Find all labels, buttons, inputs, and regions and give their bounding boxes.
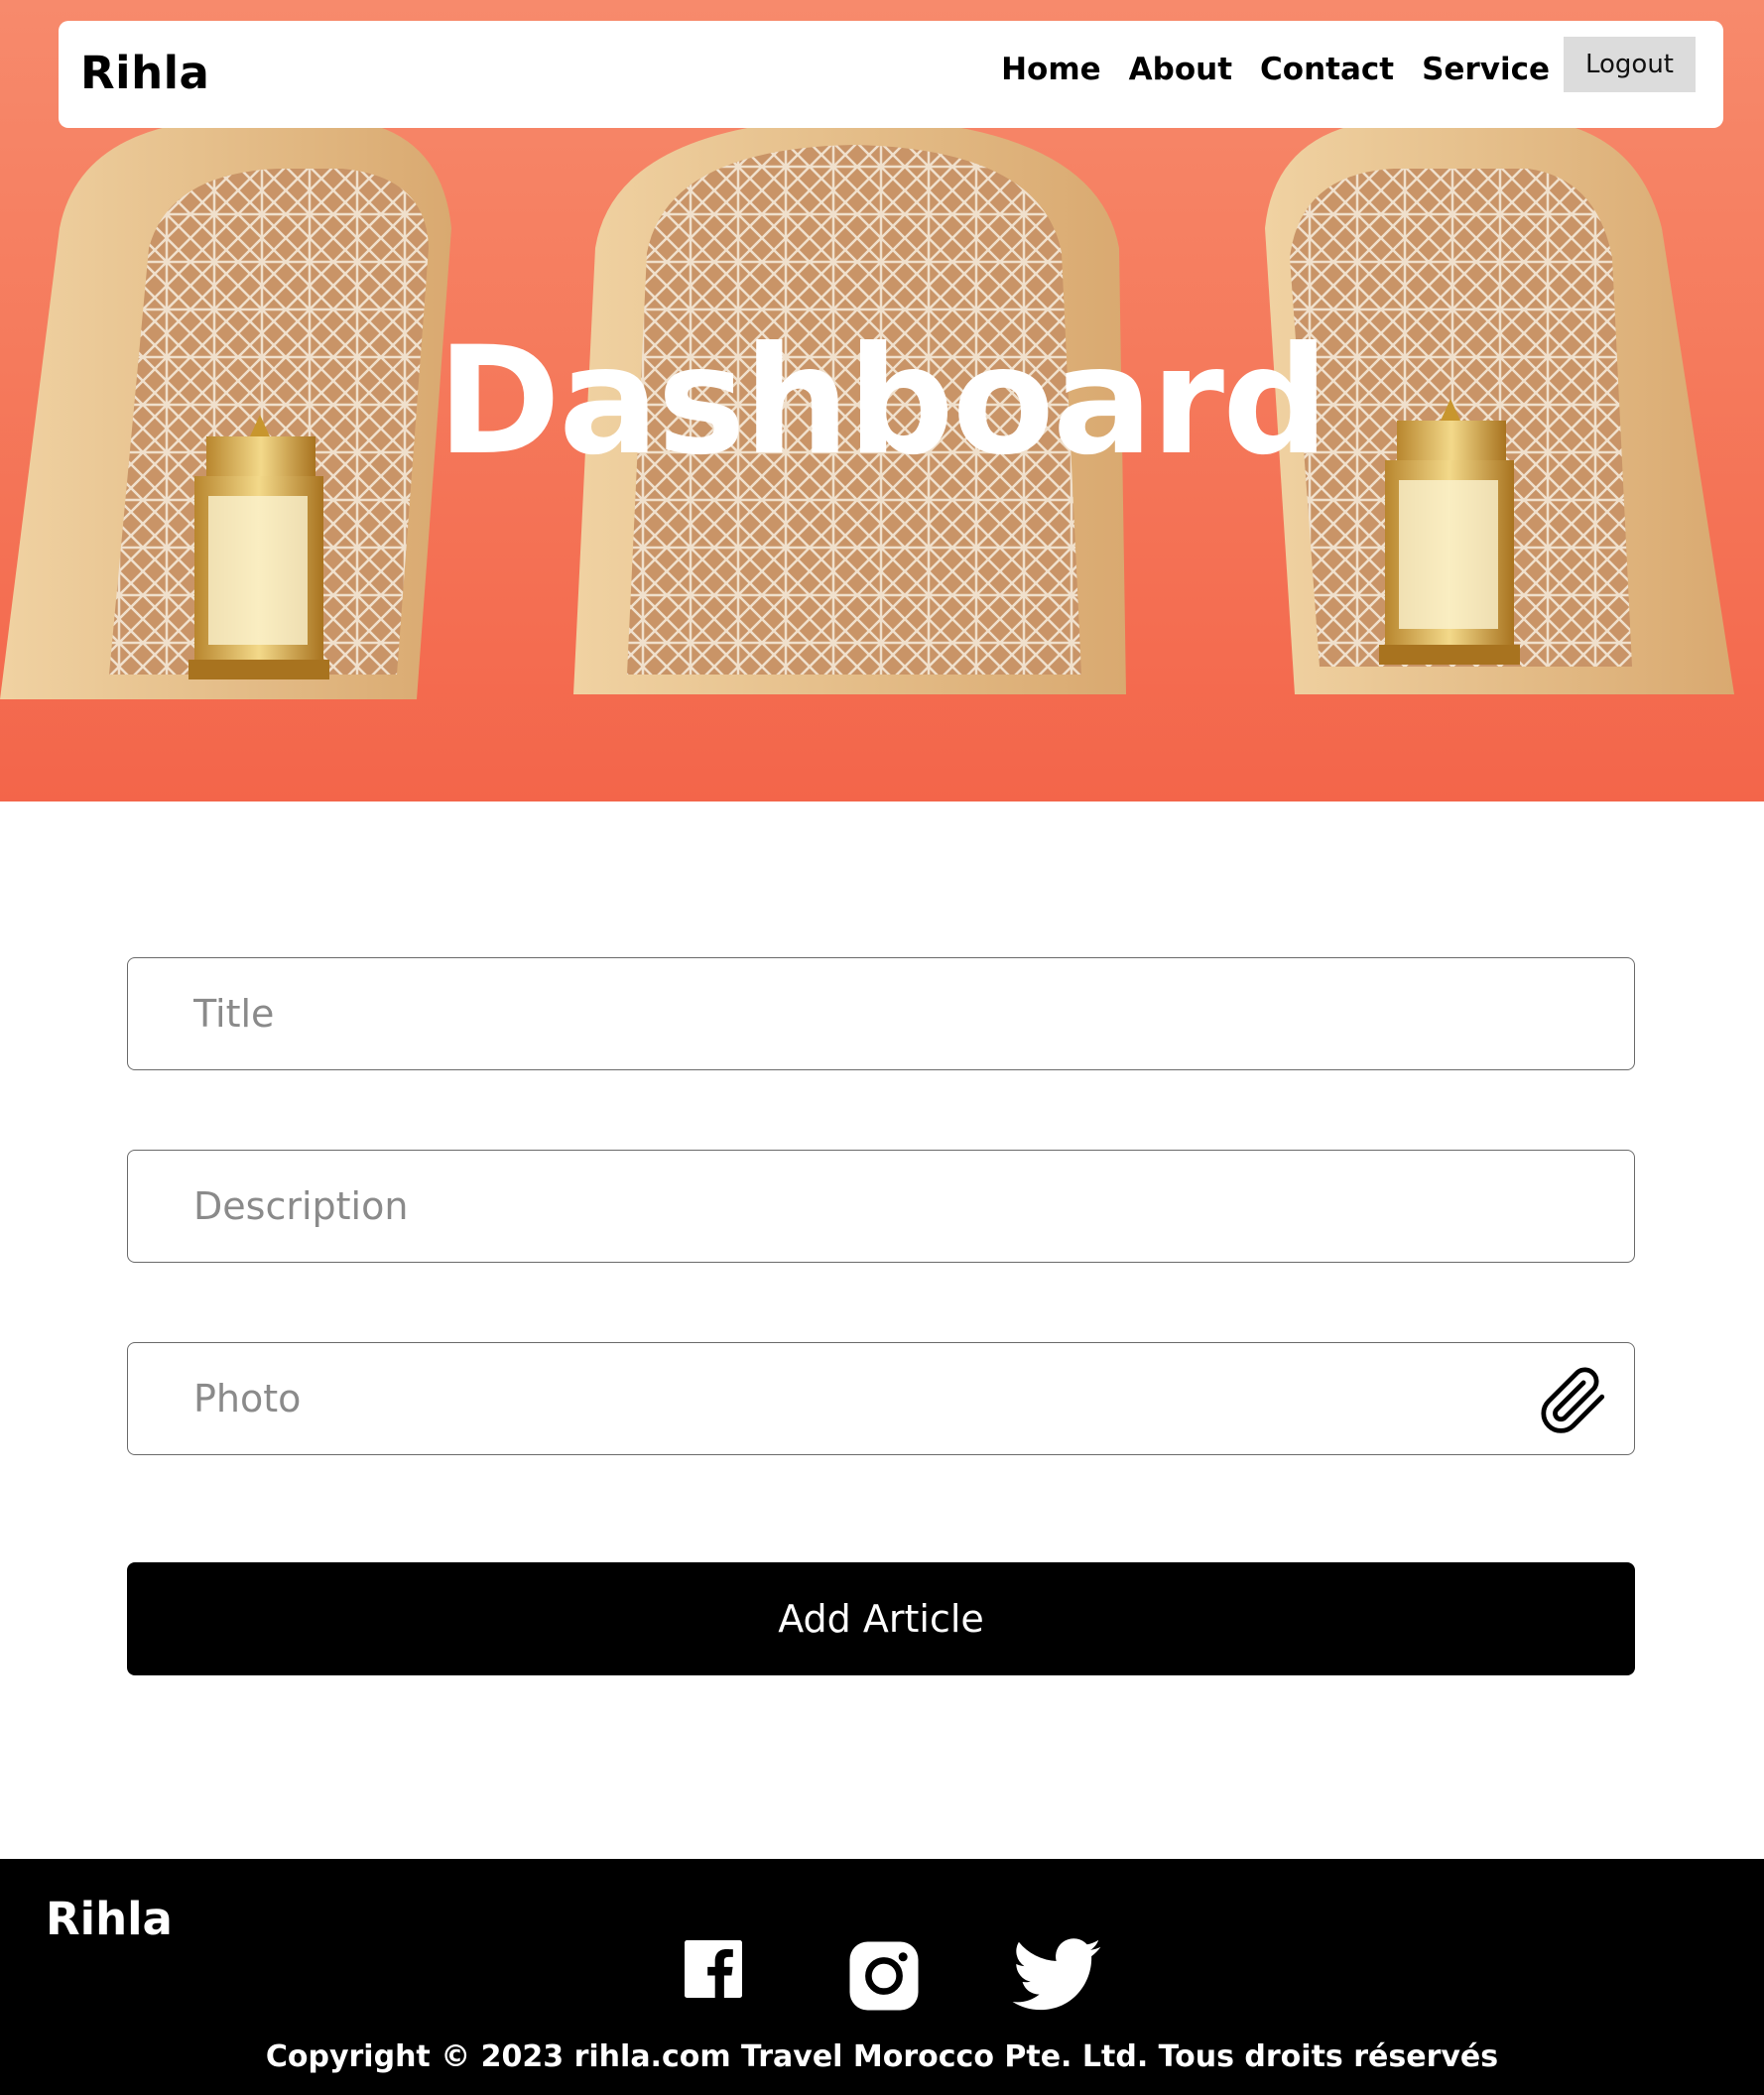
nav-contact[interactable]: Contact bbox=[1260, 52, 1394, 87]
title-input[interactable] bbox=[128, 958, 1634, 1069]
footer-brand: Rihla bbox=[46, 1893, 173, 1945]
add-article-button[interactable]: Add Article bbox=[127, 1562, 1635, 1675]
footer: Rihla Copyright © 2023 rihla.com Travel … bbox=[0, 1859, 1764, 2095]
instagram-icon[interactable] bbox=[848, 1940, 920, 2012]
description-input[interactable] bbox=[128, 1151, 1634, 1262]
title-field bbox=[127, 957, 1635, 1070]
description-field bbox=[127, 1150, 1635, 1263]
twitter-icon[interactable] bbox=[1012, 1938, 1101, 2012]
photo-input[interactable] bbox=[128, 1343, 1634, 1454]
nav-home[interactable]: Home bbox=[1001, 52, 1101, 87]
paperclip-icon[interactable] bbox=[1535, 1361, 1610, 1438]
top-navbar: Rihla Home About Contact Service Logout bbox=[59, 21, 1723, 128]
nav-links: Home About Contact Service Logout bbox=[973, 37, 1696, 92]
copyright-text: Copyright © 2023 rihla.com Travel Morocc… bbox=[265, 2039, 1499, 2074]
brand-logo[interactable]: Rihla bbox=[80, 47, 209, 99]
facebook-icon[interactable] bbox=[685, 1940, 742, 1998]
hero-banner: Rihla Home About Contact Service Logout … bbox=[0, 0, 1764, 801]
nav-service[interactable]: Service bbox=[1422, 52, 1550, 87]
page-title: Dashboard bbox=[437, 315, 1329, 488]
photo-field bbox=[127, 1342, 1635, 1455]
logout-button[interactable]: Logout bbox=[1563, 37, 1696, 92]
nav-about[interactable]: About bbox=[1129, 52, 1232, 87]
